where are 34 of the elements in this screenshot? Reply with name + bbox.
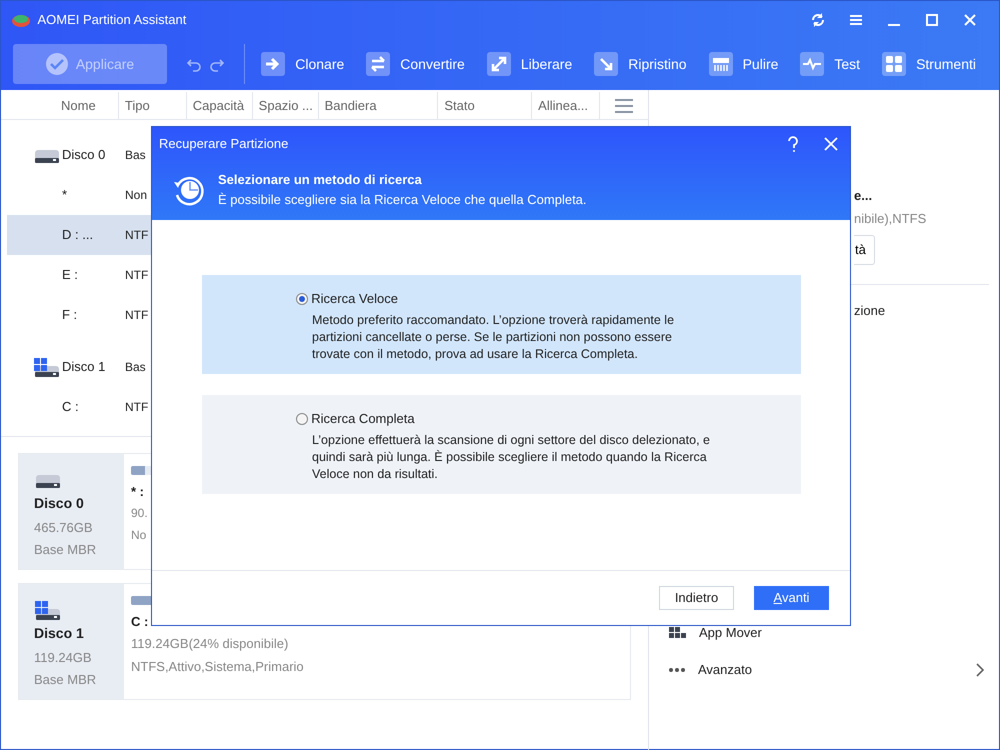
disk-style: Base MBR bbox=[34, 671, 98, 690]
partition-detail: nibile),NTFS bbox=[854, 210, 928, 228]
dialog-title: Recuperare Partizione bbox=[159, 134, 290, 153]
type-cell-text: NTF bbox=[125, 227, 148, 244]
partition-title: e... bbox=[854, 187, 874, 205]
type-cell-text: NTF bbox=[125, 267, 148, 284]
name-cell-text: F : bbox=[62, 306, 78, 324]
name-cell-text: Disco 1 bbox=[62, 358, 106, 376]
partition-name: * : bbox=[131, 482, 145, 500]
disk-size: 465.76GB bbox=[34, 518, 94, 536]
partition-name: C : bbox=[131, 612, 150, 630]
disk-size: 119.24GB bbox=[34, 648, 93, 666]
partition-info: No bbox=[131, 526, 148, 544]
disk-style: Base MBR bbox=[34, 541, 98, 560]
name-cell-text: C : bbox=[62, 398, 80, 416]
disk-name: Disco 0 bbox=[34, 494, 85, 514]
dialog-heading: Selezionare un metodo di ricerca bbox=[218, 171, 423, 189]
name-cell-text: Disco 0 bbox=[62, 146, 106, 164]
name-cell-text: D : ... bbox=[62, 226, 94, 244]
partition-info: NTFS,Attivo,Sistema,Primario bbox=[131, 658, 305, 676]
type-cell-text: NTF bbox=[125, 307, 148, 324]
partition-size: 119.24GB(24% disponibile) bbox=[131, 635, 290, 654]
name-cell-text: E : bbox=[62, 266, 79, 284]
option-description: Metodo preferito raccomandato. L’opzione troverà rapidamente le partizioni cancellate o perse. Se le partizioni non possono essere trovate con il metodo, prova ad usare la Ricerca Completa. bbox=[312, 312, 676, 363]
type-cell-text: Bas bbox=[125, 359, 146, 376]
name-cell-text: * bbox=[62, 186, 68, 204]
option-description: L’opzione effettuerà la scansione di ogni settore del disco delezionato, e quindi sarà più lunga. È possibile scegliere il metodo quando la Ricerca Veloce non da risultati. bbox=[312, 432, 711, 483]
partition-size: 90. bbox=[131, 505, 149, 522]
type-cell-text: Bas bbox=[125, 147, 146, 164]
disk-name: Disco 1 bbox=[34, 624, 85, 644]
type-cell-text: Non bbox=[125, 187, 148, 204]
dialog-subheading: È possibile scegliere sia la Ricerca Veloce che quella Completa. bbox=[218, 190, 587, 209]
type-cell-text: NTF bbox=[125, 399, 148, 416]
window-title: AOMEI Partition Assistant bbox=[38, 10, 186, 29]
